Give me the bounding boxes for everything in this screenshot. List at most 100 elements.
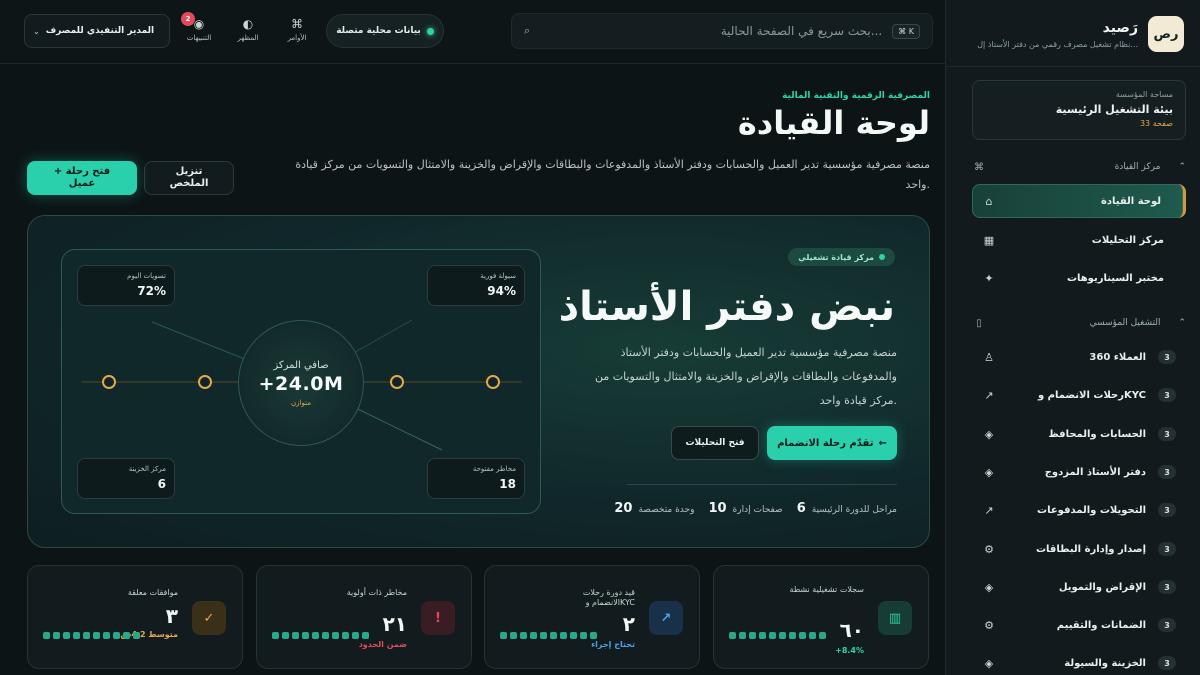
workspace-switcher[interactable]: مساحة المؤسسة بيئة التشغيل الرئيسية 33 ص…: [972, 80, 1186, 140]
live-data-label: بيانات محلية متصلة: [336, 26, 421, 36]
brand-name: رَصيد: [1102, 19, 1138, 36]
sidebar-item-ledger[interactable]: ◈ دفتر الأستاذ المزدوج 3: [972, 455, 1186, 489]
open-analytics-button[interactable]: فتح التحليلات: [671, 426, 759, 460]
brand[interactable]: رَصيد نظام تشغيل مصرف رقمي من دفتر الأست…: [977, 16, 1184, 52]
sidebar-item-cards[interactable]: ⚙ إصدار وإدارة البطاقات 3: [972, 532, 1186, 566]
sidebar-item-label: الضمانات والتقييم: [1056, 619, 1146, 631]
kpi-card-onboarding[interactable]: ↗ قيد دورة رحلات الانضمام وKYC ٢ تحتاج إ…: [484, 565, 700, 669]
notification-count-badge: 2: [181, 12, 195, 26]
search-shortcut: ⌘ K: [892, 23, 920, 39]
hero-title: نبض دفتر الأستاذ: [558, 284, 895, 330]
sidebar-item-accounts[interactable]: ◈ الحسابات والمحافظ 3: [972, 417, 1186, 451]
count-badge: 3: [1158, 503, 1176, 517]
user-icon: ♙: [984, 350, 994, 364]
count-badge: 3: [1158, 656, 1176, 670]
brand-subtitle: نظام تشغيل مصرف رقمي من دفتر الأستاذ إل.…: [977, 39, 1138, 49]
core-label: صافي المركز: [273, 359, 329, 371]
sidebar-item-payments[interactable]: ↗ التحويلات والمدفوعات 3: [972, 493, 1186, 527]
sidebar-item-label: التحويلات والمدفوعات: [1037, 504, 1146, 516]
stat-value: 10: [708, 501, 727, 516]
diamond-icon: ◈: [984, 656, 994, 670]
sidebar: رَصيد نظام تشغيل مصرف رقمي من دفتر الأست…: [945, 0, 1200, 675]
sidebar-item-label: العملاء 360: [1089, 351, 1146, 363]
sidebar-item-analytics[interactable]: ▦ مركز التحليلات: [972, 223, 1186, 257]
arrow-up-right-icon: ↗: [649, 601, 683, 635]
hero-stat: 6 مراحل للدورة الرئيسية: [797, 501, 897, 516]
workspace-name: بيئة التشغيل الرئيسية: [1055, 103, 1173, 116]
arrow-up-right-icon: ↗: [984, 388, 994, 402]
section-enterprise-ops[interactable]: ▯ التشغيل المؤسسي ⌃: [972, 313, 1186, 333]
pulse-card-risks: مخاطر مفتوحة 18: [427, 458, 525, 499]
command-icon: ⌘: [291, 17, 303, 31]
sidebar-item-scenarios[interactable]: ✦ مختبر السيناريوهات: [972, 261, 1186, 295]
download-summary-button[interactable]: تنزيل الملخص: [144, 161, 234, 195]
sidebar-item-lending[interactable]: ◈ الإقراض والتمويل 3: [972, 570, 1186, 604]
hero-description: منصة مصرفية مؤسسية تدير العميل والحسابات…: [594, 346, 897, 407]
sidebar-item-label: رحلات الانضمام وKYC: [1037, 389, 1146, 401]
pulse-card-label: مخاطر مفتوحة: [472, 465, 516, 473]
kpi-sparkline: [500, 632, 597, 639]
count-badge: 3: [1158, 427, 1176, 441]
notifications-button[interactable]: ◉ التنبيهات 2: [179, 12, 219, 48]
appearance-button[interactable]: ◐ المظهر: [228, 16, 268, 48]
gear-icon: ⚙: [984, 542, 994, 556]
hero-stats: 20 وحدة متخصصة 10 صفحات إدارة 6 مراحل لل…: [614, 501, 897, 516]
commands-button[interactable]: ⌘ الأوامر: [277, 16, 317, 48]
stat-label: صفحات إدارة: [732, 505, 783, 515]
pulse-node: [198, 375, 212, 389]
page-eyebrow: المصرفية الرقمية والتقنية المالية: [782, 91, 930, 101]
kpi-value: ٢: [622, 612, 635, 636]
live-data-status[interactable]: بيانات محلية متصلة: [326, 14, 444, 48]
workspace-label: مساحة المؤسسة: [1115, 90, 1173, 99]
command-icon: ⌘: [974, 161, 984, 173]
page-title: لوحة القيادة: [737, 104, 930, 142]
divider: [945, 66, 1200, 67]
advance-onboarding-button[interactable]: تقدّم رحلة الانضمام ←: [767, 426, 897, 460]
pulse-node: [486, 375, 500, 389]
divider: [627, 484, 897, 485]
sidebar-item-dashboard[interactable]: ⌂ لوحة القيادة: [972, 184, 1186, 218]
kpi-card-active-records[interactable]: ▥ سجلات تشغيلية نشطة ٦٠ +8.4%: [713, 565, 929, 669]
section-label: مركز القيادة: [1114, 162, 1161, 172]
analytics-icon: ▦: [983, 233, 995, 247]
kpi-sparkline: [43, 632, 140, 639]
count-badge: 3: [1158, 388, 1176, 402]
kpi-value: ٢١: [382, 612, 407, 636]
section-command-center[interactable]: ⌘ مركز القيادة ⌃: [972, 157, 1186, 177]
dashboard-icon: ⌂: [985, 194, 993, 208]
kpi-sub: ضمن الحدود: [358, 640, 407, 649]
workspace-page-count: 33 صفحة: [1139, 119, 1173, 128]
stat-value: 6: [796, 501, 806, 516]
open-customer-journey-button[interactable]: + فتح رحلة عميل: [27, 161, 137, 195]
sidebar-item-treasury[interactable]: ◈ الخزينة والسيولة 3: [972, 646, 1186, 675]
kpi-sparkline: [729, 632, 826, 639]
diamond-icon: ◈: [984, 580, 994, 594]
kpi-card-priority-risks[interactable]: ! مخاطر ذات أولوية ٢١ ضمن الحدود: [256, 565, 472, 669]
kpi-card-pending-approvals[interactable]: ✓ موافقات معلقة ٣ متوسط 4.2س: [27, 565, 243, 669]
hero-chip: مركز قيادة تشغيلي: [788, 248, 895, 266]
pulse-card-value: 18: [499, 477, 516, 491]
search-input[interactable]: بحث سريع في الصفحة الحالية...: [530, 24, 882, 38]
sidebar-item-label: مركز التحليلات: [1091, 234, 1164, 246]
search-bar[interactable]: ⌕ بحث سريع في الصفحة الحالية... ⌘ K: [511, 13, 933, 49]
pulse-card-value: 6: [157, 477, 166, 491]
status-dot-icon: [426, 27, 434, 35]
sidebar-item-customers[interactable]: ♙ العملاء 360 3: [972, 340, 1186, 374]
count-badge: 3: [1158, 618, 1176, 632]
role-selector[interactable]: ⌄ المدير التنفيذي للمصرف: [24, 14, 170, 48]
kpi-label: قيد دورة رحلات الانضمام وKYC: [582, 588, 635, 607]
brand-text: رَصيد نظام تشغيل مصرف رقمي من دفتر الأست…: [977, 20, 1138, 49]
arrow-left-icon: ←: [878, 437, 887, 449]
count-badge: 3: [1158, 350, 1176, 364]
sidebar-item-collateral[interactable]: ⚙ الضمانات والتقييم 3: [972, 608, 1186, 642]
pulse-card-treasury: مركز الخزينة 6: [77, 458, 175, 499]
core-status: متوازن: [291, 398, 311, 407]
kpi-sub: +8.4%: [835, 646, 864, 655]
sidebar-item-onboarding[interactable]: ↗ رحلات الانضمام وKYC 3: [972, 378, 1186, 412]
arrow-up-right-icon: ↗: [984, 503, 994, 517]
sidebar-item-label: الإقراض والتمويل: [1058, 581, 1146, 593]
core-value: +24.0M: [258, 372, 344, 395]
kpi-label: موافقات معلقة: [127, 588, 178, 597]
kpi-label: سجلات تشغيلية نشطة: [789, 585, 864, 594]
kpi-sub: تحتاج إجراء: [591, 640, 635, 649]
